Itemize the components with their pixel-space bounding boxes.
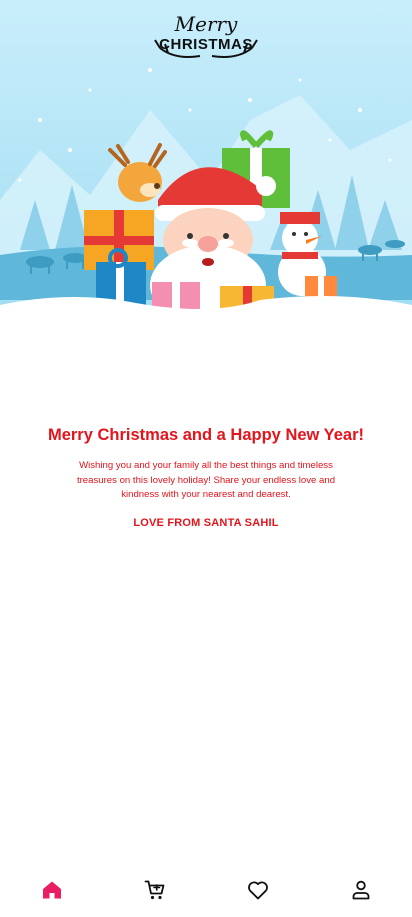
greeting-signature: LOVE FROM SANTA SAHIL [133, 516, 279, 529]
nav-profile-button[interactable] [331, 862, 391, 917]
greeting-message: Wishing you and your family all the best… [76, 460, 336, 501]
heart-icon [247, 881, 268, 899]
logo-script-text: Merry [174, 12, 238, 36]
user-icon [352, 880, 369, 899]
merry-christmas-logo: Merry CHRISTMAS [0, 14, 412, 53]
bottom-navigation [0, 862, 412, 917]
greeting-title: Merry Christmas and a Happy New Year! [47, 426, 365, 444]
nav-home-button[interactable] [22, 862, 82, 917]
logo-caps-text: CHRISTMAS [159, 36, 253, 53]
greeting-card: Merry Christmas and a Happy New Year! Wi… [0, 424, 412, 529]
christmas-banner: Merry CHRISTMAS [0, 0, 412, 330]
cart-icon [144, 880, 164, 899]
nav-cart-button[interactable] [125, 862, 185, 917]
nav-wishlist-button[interactable] [228, 862, 288, 917]
home-icon [42, 881, 61, 898]
